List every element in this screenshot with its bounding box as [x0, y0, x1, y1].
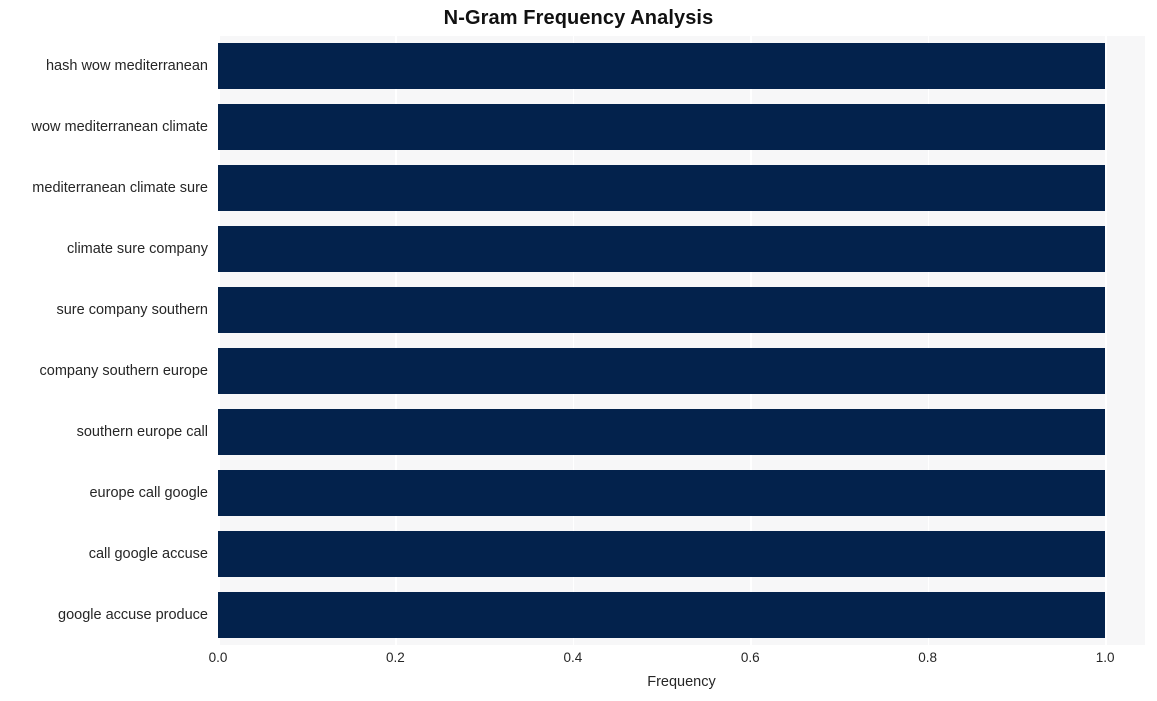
x-tick-label: 0.4 — [563, 650, 583, 665]
y-tick-label: wow mediterranean climate — [31, 119, 209, 136]
x-axis-tick-labels: 0.0 0.2 0.4 0.6 0.8 1.0 — [209, 645, 1145, 671]
y-tick-label: call google accuse — [88, 545, 208, 562]
y-tick-label: mediterranean climate sure — [32, 180, 208, 197]
bar — [218, 104, 1106, 151]
y-tick-label: sure company southern — [56, 302, 208, 319]
x-tick-label: 0.8 — [918, 650, 938, 665]
bar — [218, 287, 1106, 334]
x-tick-label: 1.0 — [1095, 650, 1115, 665]
bar — [218, 347, 1106, 394]
y-tick-label: google accuse produce — [58, 606, 208, 623]
y-tick-label: climate sure company — [66, 241, 208, 258]
gridline — [1105, 36, 1107, 645]
bar — [218, 408, 1106, 455]
bar — [218, 165, 1106, 212]
bar — [218, 591, 1106, 638]
y-tick-label: southern europe call — [76, 423, 208, 440]
x-tick-label: 0.2 — [386, 650, 405, 665]
x-tick-label: 0.6 — [740, 650, 760, 665]
plot-area — [218, 36, 1145, 645]
y-tick-label: company southern europe — [39, 362, 208, 379]
chart-figure: N-Gram Frequency Analysis hash wow medit… — [0, 0, 1157, 701]
bar — [218, 226, 1106, 273]
y-axis-tick-labels: hash wow mediterranean wow mediterranean … — [0, 36, 218, 645]
page-title: N-Gram Frequency Analysis — [443, 7, 714, 29]
bar — [218, 530, 1106, 577]
x-tick-label: 0.0 — [208, 650, 228, 665]
bar — [218, 43, 1106, 90]
bar — [218, 469, 1106, 516]
y-tick-label: hash wow mediterranean — [45, 58, 208, 75]
y-tick-label: europe call google — [89, 484, 208, 501]
x-axis-label: Frequency — [647, 674, 716, 690]
